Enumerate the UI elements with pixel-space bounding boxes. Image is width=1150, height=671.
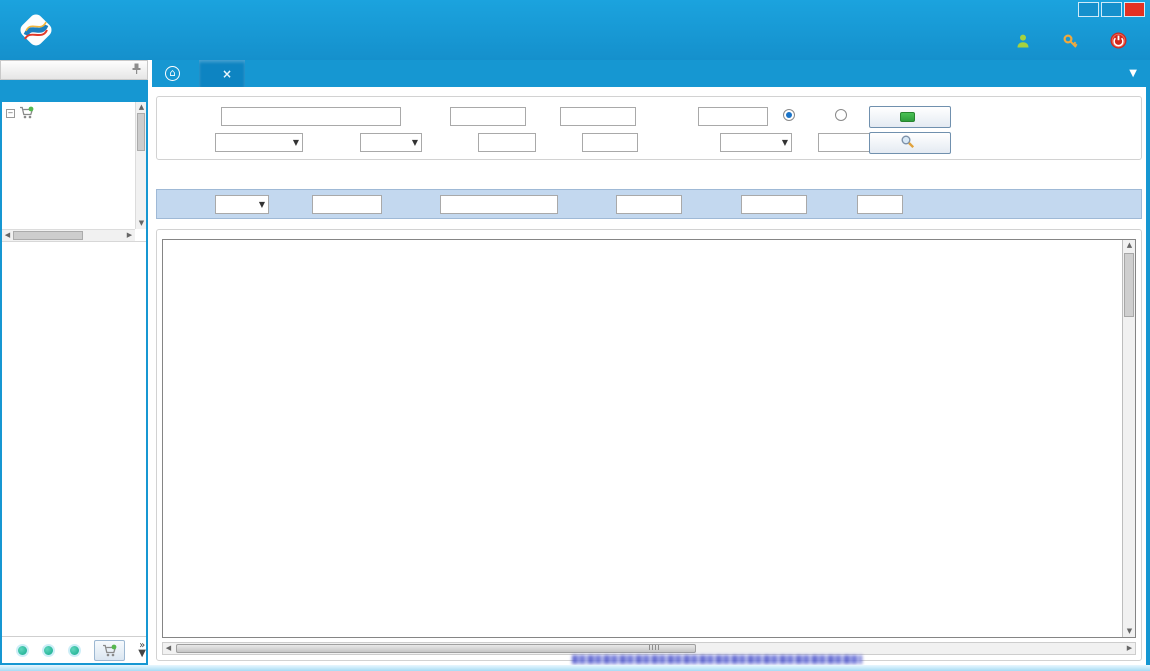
window-border-right [1146,60,1150,671]
keeper-input[interactable] [582,133,638,152]
query-results-group: ▲ ▼ ◀ ▶ [156,229,1142,661]
tree-expand-icon[interactable]: − [6,109,15,118]
radio-unselected-icon [835,109,847,121]
search-button[interactable] [869,132,951,154]
product-type-input[interactable] [478,133,536,152]
tree-horizontal-scrollbar[interactable]: ◀ ▶ [2,229,135,241]
circle-icon[interactable] [68,644,81,657]
scrollbar-thumb[interactable] [1124,253,1134,317]
user-icon [1015,33,1031,53]
sidebar: − ▲ ▼ ◀ ▶ [0,60,148,665]
factory-input[interactable] [440,195,558,214]
document-tabbar: ⌂ × ▼ [152,60,1146,87]
location-input[interactable] [560,107,636,126]
out-type-select[interactable]: ▼ [215,133,303,152]
scrollbar-thumb[interactable] [13,231,83,240]
minimize-button[interactable] [1078,2,1099,17]
statistics-tree: − ▲ ▼ ◀ ▶ [2,102,146,242]
sidebar-section-header [2,80,146,102]
scrollbar-thumb[interactable] [137,113,145,151]
chevron-down-icon: ▼ [259,200,265,209]
window-border-bottom [0,665,1150,671]
chevron-expand-icon[interactable]: »▼ [138,642,146,658]
search-icon [900,134,915,152]
tab-home[interactable]: ⌂ [152,60,199,87]
chevron-down-icon: ▼ [293,138,299,147]
scroll-left-icon[interactable]: ◀ [2,230,13,241]
clear-conditions-button[interactable] [869,106,951,128]
cart-icon [19,106,34,122]
grid-vertical-scrollbar[interactable]: ▲ ▼ [1122,240,1135,637]
watermark-blurred [572,655,862,664]
chevron-down-icon: ▼ [412,138,418,147]
sidebar-body: − ▲ ▼ ◀ ▶ [0,80,148,665]
query-conditions-group: ▼ ▼ ▼ ▼ [156,96,1142,160]
sidebar-menu [2,248,146,636]
order-no-input[interactable] [698,107,768,126]
scrollbar-thumb[interactable] [176,644,696,653]
tree-vertical-scrollbar[interactable]: ▲ ▼ [135,102,146,229]
date-from-picker[interactable]: ▼ [720,133,792,152]
chevron-down-icon: ▼ [782,138,788,147]
tab-close-icon[interactable]: × [222,67,232,81]
scroll-right-icon[interactable]: ▶ [124,230,135,241]
material-tabs [156,167,1142,189]
scroll-down-icon[interactable]: ▼ [1123,626,1136,637]
power-icon [1110,32,1127,53]
clear-icon [900,112,915,122]
radio-home[interactable] [835,109,851,121]
titlebar [0,0,1150,60]
scroll-left-icon[interactable]: ◀ [163,643,174,654]
tab-list-arrow-icon[interactable]: ▼ [1129,68,1137,79]
page-content: ▼ ▼ ▼ ▼ [152,87,1146,665]
key-icon [1062,33,1079,53]
scroll-up-icon[interactable]: ▲ [136,102,146,113]
cart-button[interactable] [94,640,126,661]
main-area: ⌂ × ▼ [152,60,1146,665]
window-controls [1078,2,1145,17]
scroll-down-icon[interactable]: ▼ [136,218,146,229]
scroll-up-icon[interactable]: ▲ [1123,240,1136,251]
warehouse-input[interactable] [450,107,526,126]
home-icon: ⌂ [165,66,180,81]
project-name-input[interactable] [221,107,401,126]
profile-name-input[interactable] [741,195,807,214]
color-input[interactable] [312,195,382,214]
profile-filter-panel: ▼ [156,189,1142,219]
function-list-header [0,60,148,80]
circle-icon[interactable] [16,644,29,657]
radio-selected-icon [783,109,795,121]
tree-root[interactable]: − [6,104,146,123]
radio-industrial[interactable] [783,109,799,121]
audit-select[interactable]: ▼ [360,133,422,152]
sidebar-bottom-bar: »▼ [2,636,146,663]
app-logo-icon [12,6,60,57]
scrollbar-grip [649,645,659,650]
pin-icon[interactable] [132,63,141,77]
results-grid: ▲ ▼ [162,239,1136,638]
circle-icon[interactable] [42,644,55,657]
maximize-button[interactable] [1101,2,1122,17]
user-bar [1015,32,1134,53]
grid-horizontal-scrollbar[interactable]: ◀ ▶ [162,642,1136,655]
length-input[interactable] [857,195,903,214]
profile-code-input[interactable] [616,195,682,214]
close-button[interactable] [1124,2,1145,17]
scroll-right-icon[interactable]: ▶ [1124,643,1135,654]
tab-shipping-query[interactable]: × [199,60,245,87]
batch-select[interactable]: ▼ [215,195,269,214]
